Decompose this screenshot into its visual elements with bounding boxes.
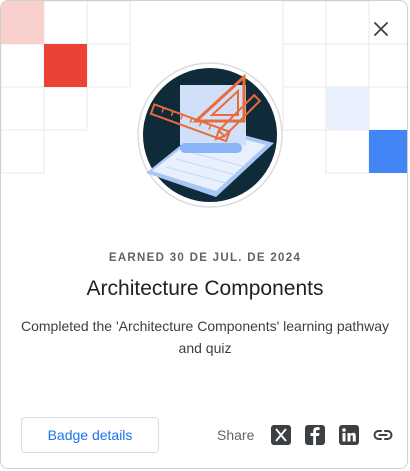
badge-details-button[interactable]: Badge details	[21, 417, 159, 453]
close-icon	[374, 22, 388, 36]
light-blue-square	[326, 87, 369, 130]
facebook-icon	[305, 425, 326, 445]
share-label: Share	[217, 427, 255, 443]
link-icon	[373, 430, 393, 440]
earned-date: EARNED 30 DE JUL. DE 2024	[108, 252, 302, 264]
close-button[interactable]	[367, 15, 395, 43]
light-red-square	[1, 1, 44, 44]
badge-description: Completed the 'Architecture Components' …	[21, 318, 389, 356]
blue-square	[369, 130, 407, 173]
share-facebook-button[interactable]	[304, 424, 326, 446]
share-row: Share	[217, 423, 394, 447]
copy-link-button[interactable]	[372, 424, 394, 446]
linkedin-icon	[339, 425, 360, 445]
x-twitter-icon	[271, 425, 292, 445]
badge-image	[137, 62, 283, 208]
badge-title: Architecture Components	[86, 277, 324, 300]
red-square	[44, 44, 87, 87]
share-x-button[interactable]	[270, 424, 292, 446]
share-linkedin-button[interactable]	[338, 424, 360, 446]
badge-dialog: EARNED 30 DE JUL. DE 2024 Architecture C…	[0, 0, 408, 469]
